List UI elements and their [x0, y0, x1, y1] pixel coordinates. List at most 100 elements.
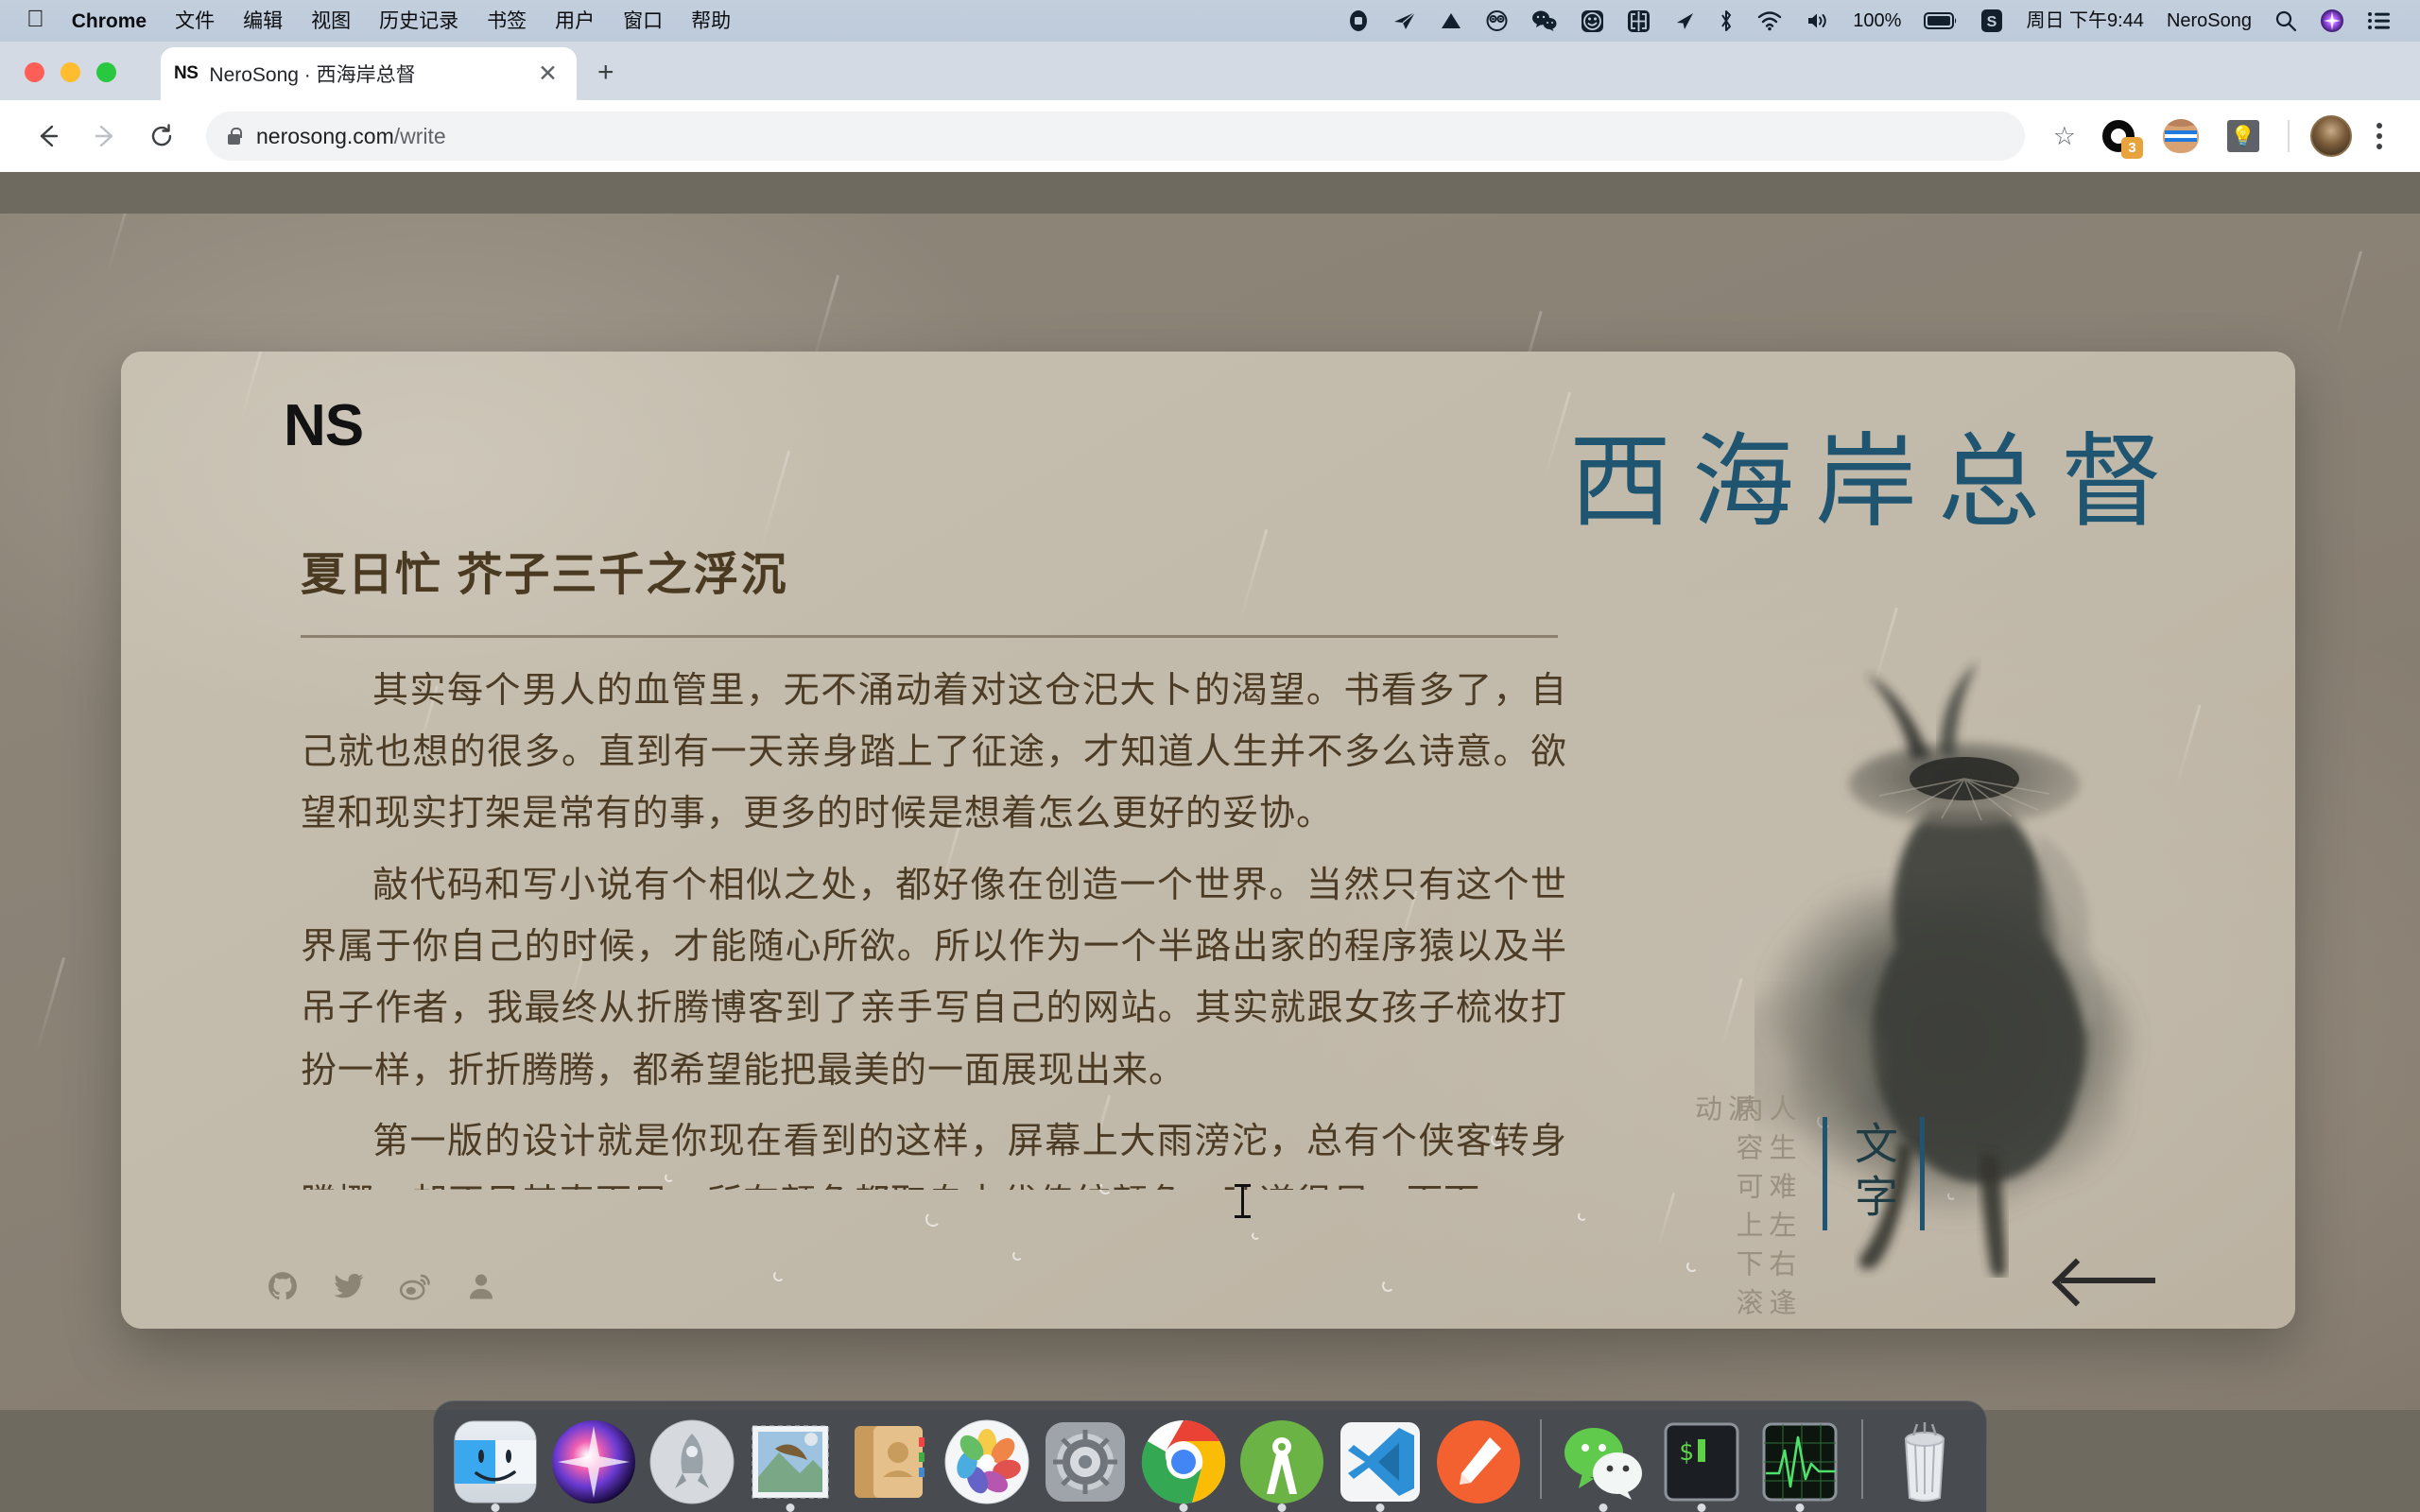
dock-item-sketch-pen[interactable] [1432, 1416, 1525, 1508]
dock-item-wechat[interactable] [1557, 1416, 1650, 1512]
user-icon[interactable] [465, 1270, 497, 1302]
url-domain: nerosong.com [256, 123, 394, 148]
dock-running-indicator [1599, 1503, 1608, 1512]
chrome-menu-icon[interactable] [2361, 123, 2397, 149]
menu-bar-username[interactable]: NeroSong [2155, 11, 2263, 30]
menu-item-edit[interactable]: 编辑 [229, 11, 297, 31]
menu-item-history[interactable]: 历史记录 [365, 11, 473, 31]
bluetooth-icon[interactable] [1707, 9, 1745, 32]
sogou-input-icon[interactable]: S [1969, 9, 2014, 33]
menu-item-bookmarks[interactable]: 书签 [473, 11, 541, 31]
siri-icon[interactable] [2308, 9, 2356, 33]
github-icon[interactable] [267, 1270, 299, 1302]
menu-bar-left:  Chrome 文件 编辑 视图 历史记录 书签 用户 窗口 帮助 [17, 6, 745, 36]
owl-icon[interactable] [1474, 9, 1520, 32]
close-tab-icon[interactable]: ✕ [532, 61, 563, 86]
dock-item-siri[interactable] [547, 1416, 640, 1508]
dock-item-finder[interactable] [449, 1416, 542, 1512]
dock-item-trash[interactable] [1878, 1416, 1971, 1508]
article-paragraph: 第一版的设计就是你现在看到的这样，屏幕上大雨滂沱，总有个侠客转身腾挪，却不见其真… [301, 1122, 1567, 1189]
volume-icon[interactable] [1794, 10, 1841, 31]
article-paragraph: 敲代码和写小说有个相似之处，都好像在创造一个世界。当然只有这个世界属于你自己的时… [301, 865, 1567, 1091]
twitter-icon[interactable] [333, 1270, 365, 1302]
site-logo[interactable]: NS [284, 397, 364, 455]
profile-avatar[interactable] [2310, 115, 2352, 157]
keep-note-icon[interactable]: 💡 [2222, 115, 2264, 157]
menu-item-help[interactable]: 帮助 [677, 11, 745, 31]
wifi-icon[interactable] [1745, 10, 1794, 31]
toolbar-actions: ☆ 3 💡 [2044, 115, 2397, 159]
menu-bar-clock[interactable]: 周日 下午9:44 [2014, 11, 2154, 30]
menu-item-view[interactable]: 视图 [297, 11, 365, 31]
bookmark-star-icon[interactable]: ☆ [2044, 122, 2085, 151]
menu-item-file[interactable]: 文件 [161, 11, 229, 31]
dock-item-mail[interactable] [744, 1416, 837, 1512]
dock-item-activity-monitor[interactable] [1754, 1416, 1846, 1512]
dock-item-visual-studio-code[interactable] [1334, 1416, 1426, 1512]
dock-running-indicator [786, 1503, 795, 1512]
telegram-icon[interactable] [1381, 9, 1428, 32]
article-divider [301, 634, 1558, 638]
article-heading: 夏日忙 芥子三千之浮沉 [301, 550, 788, 600]
triangle-icon[interactable] [1428, 10, 1474, 31]
control-center-icon[interactable] [2356, 10, 2403, 31]
dock-item-launchpad[interactable] [646, 1416, 738, 1508]
mac-dock: $ [433, 1400, 1987, 1512]
input-method-icon[interactable] [1616, 9, 1662, 33]
content-card: NS 西海岸总督 夏日忙 芥子三千之浮沉 其实每个男人的血管里，无不涌动着对这仓… [121, 352, 2295, 1329]
new-tab-button[interactable]: + [597, 59, 614, 87]
dock-item-google-chrome[interactable] [1137, 1416, 1230, 1512]
weibo-icon[interactable] [399, 1270, 431, 1302]
forward-button[interactable] [79, 111, 130, 162]
dock-item-android-studio[interactable] [1236, 1416, 1328, 1512]
svg-text:$: $ [1679, 1438, 1694, 1467]
address-bar[interactable]: nerosong.com/write [206, 112, 2025, 161]
back-button[interactable] [23, 111, 74, 162]
tab-title: NeroSong · 西海岸总督 [209, 64, 416, 86]
wechat-icon[interactable] [1520, 9, 1569, 32]
battery-icon[interactable] [1912, 11, 1969, 30]
quip-extension-icon[interactable]: 3 [2098, 115, 2143, 159]
face-extension-icon[interactable] [2160, 115, 2202, 157]
url-path: /write [393, 123, 446, 148]
web-page: NS 西海岸总督 夏日忙 芥子三千之浮沉 其实每个男人的血管里，无不涌动着对这仓… [0, 214, 2420, 1410]
maximize-window-button[interactable] [96, 62, 116, 82]
window-controls [25, 62, 116, 82]
svg-text:S: S [1987, 14, 1997, 30]
text-cursor [1235, 1184, 1251, 1218]
location-icon [1662, 9, 1707, 32]
dock-running-indicator [1697, 1503, 1706, 1512]
apple-menu-icon[interactable]:  [17, 6, 58, 36]
menu-item-profiles[interactable]: 用户 [541, 11, 609, 31]
menu-item-window[interactable]: 窗口 [609, 11, 677, 31]
menu-item-chrome[interactable]: Chrome [58, 11, 161, 31]
extension-badge-count: 3 [2121, 137, 2143, 159]
article-body[interactable]: 其实每个男人的血管里，无不涌动着对这仓汜大卜的渴望。书看多了，自己就也想的很多。… [301, 661, 1567, 1190]
tab-favicon: NS [174, 63, 199, 83]
dock-item-photos[interactable] [941, 1416, 1033, 1508]
tab-strip: NS NeroSong · 西海岸总督 ✕ + [0, 42, 2420, 100]
dock-item-system-preferences[interactable] [1039, 1416, 1132, 1508]
dock-running-indicator [1375, 1503, 1385, 1512]
search-icon[interactable] [2263, 9, 2308, 32]
dock-running-indicator [1179, 1503, 1188, 1512]
back-arrow-icon[interactable] [2061, 1278, 2155, 1283]
dock-item-contacts[interactable] [842, 1416, 935, 1508]
social-links [267, 1270, 497, 1302]
browser-tab-active[interactable]: NS NeroSong · 西海岸总督 ✕ [161, 47, 577, 100]
reload-button[interactable] [136, 111, 187, 162]
dock-item-terminal[interactable]: $ [1655, 1416, 1748, 1512]
lock-icon [227, 127, 242, 146]
mac-menu-bar:  Chrome 文件 编辑 视图 历史记录 书签 用户 窗口 帮助 [0, 0, 2420, 42]
article-paragraph: 其实每个男人的血管里，无不涌动着对这仓汜大卜的渴望。书看多了，自己就也想的很多。… [301, 670, 1567, 834]
minimize-window-button[interactable] [60, 62, 80, 82]
menu-bar-status-area: 100% S 周日 下午9:44 NeroSong [1336, 9, 2403, 33]
dock-running-indicator [1277, 1503, 1287, 1512]
toolbar-divider [2288, 120, 2290, 152]
close-window-button[interactable] [25, 62, 44, 82]
seal-box: 文字 [1823, 1117, 1925, 1230]
address-bar-url: nerosong.com/write [256, 124, 446, 149]
smiley-icon[interactable] [1569, 9, 1616, 33]
record-icon[interactable] [1336, 9, 1381, 32]
dock-divider [1540, 1419, 1542, 1499]
